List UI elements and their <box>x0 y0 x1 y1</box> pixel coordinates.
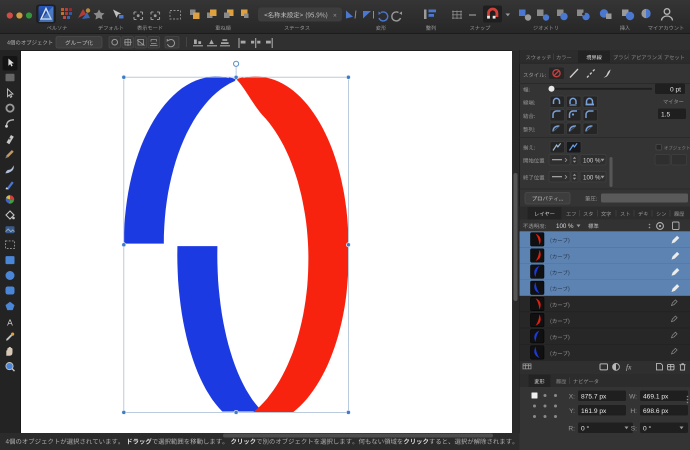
svg-text:161.9 px: 161.9 px <box>581 408 607 415</box>
svg-text:H:: H: <box>630 408 637 415</box>
svg-text:S:: S: <box>631 426 637 433</box>
svg-text:469.1 px: 469.1 px <box>643 394 669 401</box>
svg-text:0 °: 0 ° <box>581 425 589 433</box>
svg-text:875.7 px: 875.7 px <box>581 394 607 401</box>
svg-text:Y:: Y: <box>569 408 575 415</box>
svg-text:0 °: 0 ° <box>643 425 651 433</box>
svg-text:100 %: 100 % <box>583 174 601 181</box>
svg-text:100 %: 100 % <box>583 157 601 164</box>
svg-text:fx: fx <box>626 362 632 371</box>
svg-text:W:: W: <box>629 394 637 401</box>
svg-text:X:: X: <box>569 394 575 401</box>
svg-text:×: × <box>333 13 337 20</box>
svg-text:100 %: 100 % <box>556 223 574 230</box>
svg-text:A: A <box>7 317 13 327</box>
svg-text:698.6 px: 698.6 px <box>643 408 669 415</box>
svg-text:R:: R: <box>568 426 575 433</box>
svg-text:1.5: 1.5 <box>661 112 670 119</box>
svg-text:0 pt: 0 pt <box>670 87 681 94</box>
